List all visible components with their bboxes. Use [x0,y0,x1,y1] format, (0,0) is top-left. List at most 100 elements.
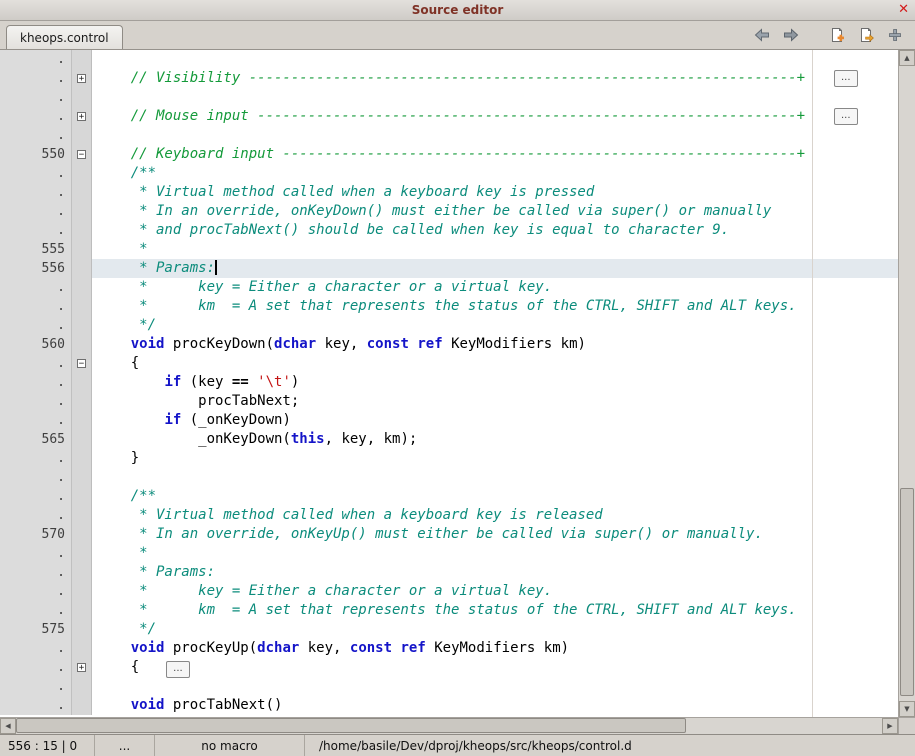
horizontal-scrollbar-thumb[interactable] [16,718,686,733]
horizontal-scrollbar[interactable]: ◀ ▶ [0,717,898,734]
code-text[interactable]: * Params: [92,563,898,582]
code-text[interactable]: _onKeyDown(this, key, km); [92,430,898,449]
window-titlebar[interactable]: Source editor ✕ [0,0,915,21]
code-line[interactable]: . [0,126,898,145]
code-line[interactable]: . * [0,544,898,563]
code-line[interactable]: .+ // Visibility -----------------------… [0,69,898,88]
code-text[interactable]: * and procTabNext() should be called whe… [92,221,898,240]
code-text[interactable]: if (_onKeyDown) [92,411,898,430]
code-text[interactable]: /** [92,487,898,506]
code-line[interactable]: 556 * Params: [0,259,898,278]
code-text[interactable]: */ [92,620,898,639]
code-text[interactable]: void procTabNext() [92,696,898,715]
code-line[interactable]: . * key = Either a character or a virtua… [0,278,898,297]
code-text[interactable]: {... [92,658,898,677]
fold-margin[interactable]: + [72,107,92,126]
code-line[interactable]: . * km = A set that represents the statu… [0,297,898,316]
code-text[interactable]: procTabNext; [92,392,898,411]
code-line[interactable]: . [0,677,898,696]
code-editor[interactable]: ..+ // Visibility ----------------------… [0,50,898,717]
code-text[interactable]: * km = A set that represents the status … [92,601,898,620]
code-text[interactable] [92,677,898,696]
horizontal-scrollbar-track[interactable] [16,718,882,734]
code-line[interactable]: . */ [0,316,898,335]
new-document-icon[interactable] [827,26,847,44]
code-text[interactable] [92,468,898,487]
code-text[interactable]: if (key == '\t') [92,373,898,392]
fold-closed-icon[interactable]: + [77,112,86,121]
code-text[interactable] [92,126,898,145]
code-text[interactable]: * Virtual method called when a keyboard … [92,506,898,525]
code-line[interactable]: . /** [0,164,898,183]
code-line[interactable]: . /** [0,487,898,506]
code-line[interactable]: . * Params: [0,563,898,582]
code-line[interactable]: . procTabNext; [0,392,898,411]
code-text[interactable]: * key = Either a character or a virtual … [92,582,898,601]
tab-kheops-control[interactable]: kheops.control [6,25,123,49]
code-line[interactable]: 575 */ [0,620,898,639]
code-line[interactable]: .+ {... [0,658,898,677]
code-text[interactable]: // Visibility --------------------------… [92,69,898,88]
code-line[interactable]: . void procTabNext() [0,696,898,715]
code-text[interactable]: * In an override, onKeyUp() must either … [92,525,898,544]
code-text[interactable]: // Mouse input -------------------------… [92,107,898,126]
fold-margin[interactable]: − [72,354,92,373]
code-line[interactable]: . * key = Either a character or a virtua… [0,582,898,601]
go-back-icon[interactable] [752,26,772,44]
code-text[interactable]: void procKeyUp(dchar key, const ref KeyM… [92,639,898,658]
code-line[interactable]: . [0,50,898,69]
fold-open-icon[interactable]: − [77,359,86,368]
scroll-down-icon[interactable]: ▼ [899,701,915,717]
scroll-up-icon[interactable]: ▲ [899,50,915,66]
folded-block-ellipsis[interactable]: ... [834,108,858,125]
code-line[interactable]: . * Virtual method called when a keyboar… [0,183,898,202]
split-view-icon[interactable] [885,26,905,44]
fold-margin[interactable]: − [72,145,92,164]
code-line[interactable]: 555 * [0,240,898,259]
code-line[interactable]: . * Virtual method called when a keyboar… [0,506,898,525]
close-icon[interactable]: ✕ [898,2,909,18]
code-line[interactable]: . [0,468,898,487]
folded-block-ellipsis[interactable]: ... [166,661,190,678]
vertical-scrollbar[interactable]: ▲ ▼ [898,50,915,717]
code-line[interactable]: . * In an override, onKeyDown() must eit… [0,202,898,221]
save-document-icon[interactable] [856,26,876,44]
code-text[interactable] [92,88,898,107]
code-text[interactable]: */ [92,316,898,335]
code-line[interactable]: .− { [0,354,898,373]
scroll-right-icon[interactable]: ▶ [882,718,898,734]
code-text[interactable]: * Virtual method called when a keyboard … [92,183,898,202]
code-text[interactable]: /** [92,164,898,183]
code-text[interactable]: * In an override, onKeyDown() must eithe… [92,202,898,221]
code-line[interactable]: . if (key == '\t') [0,373,898,392]
code-line[interactable]: .+ // Mouse input ----------------------… [0,107,898,126]
code-text[interactable]: void procKeyDown(dchar key, const ref Ke… [92,335,898,354]
code-line[interactable]: . * and procTabNext() should be called w… [0,221,898,240]
scroll-left-icon[interactable]: ◀ [0,718,16,734]
go-forward-icon[interactable] [781,26,801,44]
code-text[interactable]: { [92,354,898,373]
code-text[interactable]: * Params: [92,259,898,278]
code-line[interactable]: . * km = A set that represents the statu… [0,601,898,620]
code-text[interactable]: * [92,240,898,259]
code-line[interactable]: 565 _onKeyDown(this, key, km); [0,430,898,449]
code-text[interactable]: * [92,544,898,563]
code-line[interactable]: . void procKeyUp(dchar key, const ref Ke… [0,639,898,658]
code-text[interactable]: } [92,449,898,468]
fold-margin[interactable]: + [72,658,92,677]
code-line[interactable]: . if (_onKeyDown) [0,411,898,430]
code-text[interactable]: // Keyboard input ----------------------… [92,145,898,164]
fold-closed-icon[interactable]: + [77,663,86,672]
code-line[interactable]: 560 void procKeyDown(dchar key, const re… [0,335,898,354]
code-line[interactable]: 570 * In an override, onKeyUp() must eit… [0,525,898,544]
code-line[interactable]: . } [0,449,898,468]
fold-margin[interactable]: + [72,69,92,88]
code-line[interactable]: . [0,88,898,107]
fold-closed-icon[interactable]: + [77,74,86,83]
fold-open-icon[interactable]: − [77,150,86,159]
code-text[interactable]: * km = A set that represents the status … [92,297,898,316]
code-line[interactable]: 550− // Keyboard input -----------------… [0,145,898,164]
code-text[interactable]: * key = Either a character or a virtual … [92,278,898,297]
code-text[interactable] [92,50,898,69]
folded-block-ellipsis[interactable]: ... [834,70,858,87]
